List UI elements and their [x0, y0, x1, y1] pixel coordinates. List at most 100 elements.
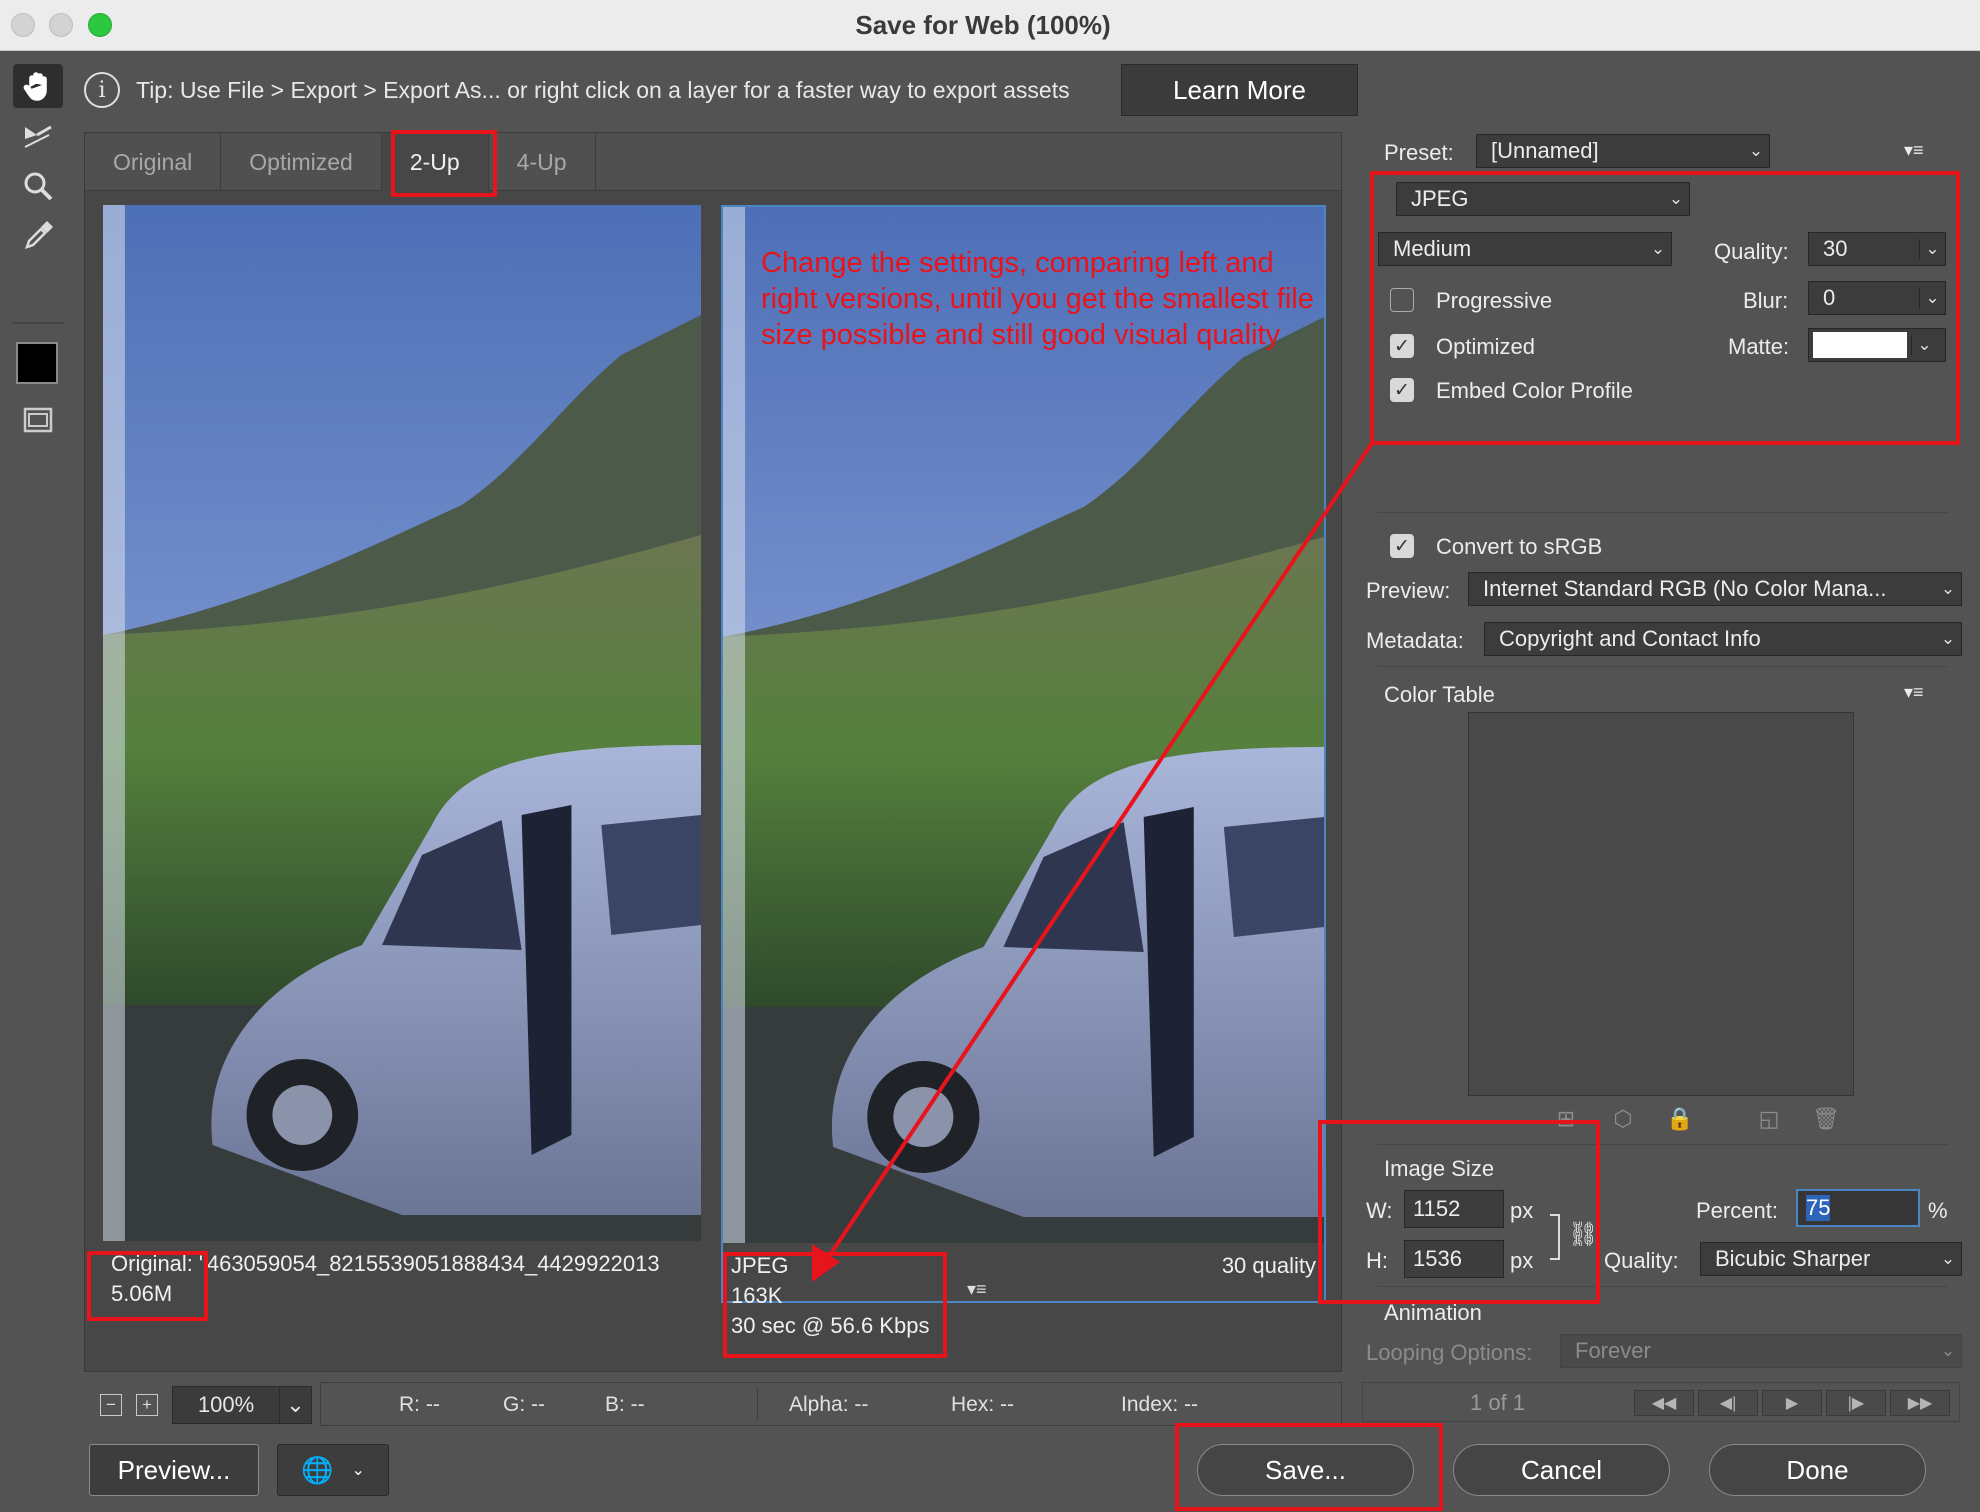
settings-panel: Preset: [Unnamed] ⌄ ▾≡ JPEG ⌄ Medium ⌄ Qual… — [1360, 120, 1980, 1512]
tip-text: Tip: Use File > Export > Export As... or… — [136, 76, 1070, 103]
eyedropper-tool-button[interactable] — [13, 214, 63, 258]
slices-visibility-icon — [23, 407, 53, 433]
landscape-photo-right — [723, 207, 1324, 1243]
red-readout: R: -- — [399, 1393, 440, 1416]
looping-options-select[interactable]: Forever ⌄ — [1560, 1334, 1962, 1368]
previous-frame-button[interactable]: ◀| — [1698, 1390, 1758, 1416]
green-readout: G: -- — [503, 1393, 545, 1416]
optimized-format: JPEG — [731, 1253, 789, 1278]
last-frame-button[interactable]: ▶▶ — [1890, 1390, 1950, 1416]
chevron-down-icon: ⌄ — [1650, 239, 1666, 258]
web-shift-icon[interactable]: ⬡ — [1610, 1106, 1636, 1132]
color-table-heading: Color Table — [1384, 682, 1495, 707]
map-to-transparent-icon[interactable]: ⊞ — [1553, 1106, 1579, 1132]
matte-select[interactable]: ⌄ — [1808, 328, 1946, 362]
chevron-down-icon: ⌄ — [1919, 239, 1945, 259]
blur-input[interactable]: 0 ⌄ — [1808, 281, 1946, 315]
color-table[interactable] — [1468, 712, 1854, 1096]
width-label: W: — [1366, 1198, 1393, 1223]
resample-quality-select[interactable]: Bicubic Sharper ⌄ — [1700, 1242, 1962, 1276]
tab-optimized[interactable]: Optimized — [221, 133, 382, 191]
chevron-down-icon: ⌄ — [1940, 579, 1956, 598]
eyedropper-tool-icon — [25, 221, 53, 249]
metadata-select[interactable]: Copyright and Contact Info ⌄ — [1484, 622, 1962, 656]
convert-to-srgb-checkbox[interactable]: ✓ — [1390, 534, 1414, 558]
quality-value: 30 — [1823, 236, 1848, 261]
chevron-down-icon: ⌄ — [1940, 629, 1956, 648]
bottom-status-bar: − + 100% ⌄ R: -- G: -- B: -- Alpha: -- H… — [84, 1382, 1342, 1428]
next-frame-button[interactable]: |▶ — [1826, 1390, 1886, 1416]
optimized-download-time: 30 sec @ 56.6 Kbps — [731, 1313, 930, 1338]
tools-panel — [0, 52, 76, 1512]
percent-unit: % — [1928, 1198, 1948, 1223]
resample-quality-value: Bicubic Sharper — [1715, 1246, 1871, 1271]
hex-readout: Hex: -- — [951, 1393, 1014, 1416]
lock-color-icon[interactable]: 🔒 — [1666, 1106, 1693, 1132]
download-rate-menu-icon[interactable]: ▾≡ — [967, 1279, 987, 1300]
height-label: H: — [1366, 1248, 1388, 1273]
eyedropper-color-swatch[interactable] — [16, 342, 58, 384]
panel-divider — [1378, 666, 1948, 667]
tab-4-up[interactable]: 4-Up — [489, 133, 596, 191]
hand-tool-button[interactable] — [13, 64, 63, 108]
file-format-select[interactable]: JPEG ⌄ — [1396, 182, 1690, 216]
save-for-web-dialog: Save for Web (100%) i Tip: Use File > Ex… — [0, 0, 1980, 1512]
height-input[interactable]: 1536 — [1404, 1240, 1504, 1278]
animation-heading: Animation — [1384, 1300, 1482, 1325]
browser-select-button[interactable]: 🌐 ⌄ — [277, 1444, 389, 1496]
view-tabs: Original Optimized 2-Up 4-Up — [85, 133, 1341, 191]
optimize-menu-icon[interactable]: ▾≡ — [1904, 140, 1924, 161]
add-color-icon[interactable]: ◱ — [1756, 1106, 1782, 1132]
blur-label: Blur: — [1743, 288, 1789, 313]
tab-original[interactable]: Original — [85, 133, 222, 191]
preview-color-value: Internet Standard RGB (No Color Mana... — [1483, 576, 1887, 601]
tab-2-up[interactable]: 2-Up — [381, 133, 489, 191]
width-input[interactable]: 1152 — [1404, 1190, 1504, 1228]
looping-options-label: Looping Options: — [1366, 1340, 1533, 1365]
optimized-label: Optimized — [1436, 334, 1536, 359]
optimized-checkbox[interactable]: ✓ — [1390, 334, 1414, 358]
chevron-down-icon: ⌄ — [279, 1387, 311, 1423]
alpha-readout: Alpha: -- — [789, 1393, 869, 1416]
compression-quality-select[interactable]: Medium ⌄ — [1378, 232, 1672, 266]
zoom-level-select[interactable]: 100% ⌄ — [172, 1386, 312, 1424]
matte-color-swatch — [1813, 332, 1907, 358]
first-frame-button[interactable]: ◀◀ — [1634, 1390, 1694, 1416]
zoom-tool-button[interactable] — [13, 164, 63, 208]
original-image-preview[interactable] — [103, 205, 701, 1241]
preview-color-select[interactable]: Internet Standard RGB (No Color Mana... ⌄ — [1468, 572, 1962, 606]
learn-more-button[interactable]: Learn More — [1121, 64, 1358, 116]
preview-in-browser-button[interactable]: Preview... — [89, 1444, 259, 1496]
convert-to-srgb-label: Convert to sRGB — [1436, 534, 1603, 559]
preset-select[interactable]: [Unnamed] ⌄ — [1476, 134, 1770, 168]
blue-readout: B: -- — [605, 1393, 645, 1416]
embed-color-profile-checkbox[interactable]: ✓ — [1390, 378, 1414, 402]
percent-input[interactable]: 75 — [1796, 1189, 1920, 1227]
matte-label: Matte: — [1728, 334, 1790, 359]
percent-value: 75 — [1806, 1195, 1831, 1221]
optimized-image-pane[interactable]: Change the settings, comparing left and … — [721, 205, 1326, 1338]
optimized-quality-label: 30 quality — [1221, 1253, 1316, 1278]
quality-input[interactable]: 30 ⌄ — [1808, 232, 1946, 266]
zoom-out-button[interactable]: − — [100, 1394, 122, 1416]
trash-icon[interactable]: 🗑 — [1812, 1106, 1840, 1132]
zoom-in-button[interactable]: + — [136, 1394, 158, 1416]
tip-bar: i Tip: Use File > Export > Export As... … — [84, 62, 1070, 118]
browser-icon: 🌐 — [301, 1454, 334, 1485]
optimized-image-preview[interactable]: Change the settings, comparing left and … — [723, 207, 1324, 1243]
color-table-menu-icon[interactable]: ▾≡ — [1904, 682, 1924, 703]
play-animation-button[interactable]: ▶ — [1762, 1390, 1822, 1416]
file-format-value: JPEG — [1411, 186, 1469, 211]
original-image-pane[interactable]: Original: "463059054_8215539051888434_44… — [103, 205, 701, 1306]
looping-options-value: Forever — [1575, 1338, 1651, 1363]
link-proportions-icon[interactable]: ⛓ — [1568, 1220, 1598, 1249]
preset-label: Preset: — [1384, 140, 1454, 165]
progressive-checkbox[interactable] — [1390, 288, 1414, 312]
zoom-level-value: 100% — [197, 1392, 255, 1417]
slice-select-tool-button[interactable] — [13, 114, 63, 158]
index-readout: Index: -- — [1121, 1393, 1199, 1416]
toggle-slices-visibility-button[interactable] — [13, 398, 63, 442]
quality-label: Quality: — [1714, 239, 1789, 264]
chevron-down-icon: ⌄ — [1940, 1341, 1956, 1360]
chevron-down-icon: ⌄ — [1919, 288, 1945, 308]
